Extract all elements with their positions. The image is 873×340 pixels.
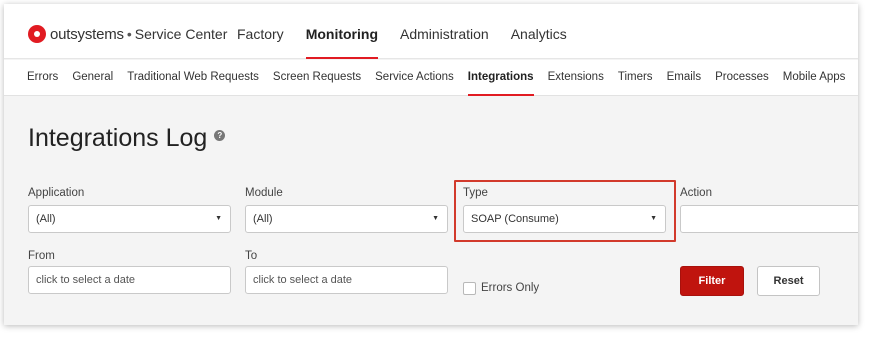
sub-nav-integrations[interactable]: Integrations [467,60,534,96]
brand-separator: • [126,26,132,42]
main-nav-analytics[interactable]: Analytics [511,4,567,59]
sub-nav-errors[interactable]: Errors [27,60,58,95]
action-label: Action [680,187,712,199]
application-select[interactable]: (All) ▼ [28,205,231,233]
sub-nav-service-actions[interactable]: Service Actions [375,60,454,95]
sub-nav-mobile-apps[interactable]: Mobile Apps [783,60,846,95]
top-bar: outsystems • Service Center Factory Moni… [4,4,858,59]
chevron-down-icon: ▼ [215,215,222,222]
outsystems-logo-icon [28,25,46,43]
chevron-down-icon: ▼ [432,215,439,222]
from-label: From [28,250,55,262]
sub-nav-traditional-web-requests[interactable]: Traditional Web Requests [127,60,259,95]
errors-only-label[interactable]: Errors Only [481,282,539,294]
module-label: Module [245,187,283,199]
sub-nav-timers[interactable]: Timers [618,60,653,95]
filter-button[interactable]: Filter [680,266,744,296]
errors-only-checkbox[interactable] [463,282,476,295]
main-nav-factory[interactable]: Factory [237,4,284,59]
service-center-window: outsystems • Service Center Factory Moni… [4,4,858,325]
main-nav-administration[interactable]: Administration [400,4,489,59]
module-select-value: (All) [253,213,273,225]
to-date-input[interactable]: click to select a date [245,266,448,294]
module-select[interactable]: (All) ▼ [245,205,448,233]
type-highlight-box [454,180,676,242]
brand-name: outsystems [50,25,124,43]
sub-nav-screen-requests[interactable]: Screen Requests [273,60,361,95]
page-title: Integrations Log ? [28,124,226,153]
to-label: To [245,250,258,262]
application-select-value: (All) [36,213,56,225]
main-nav-monitoring[interactable]: Monitoring [305,4,379,59]
reset-button[interactable]: Reset [757,266,820,296]
application-label: Application [28,187,85,199]
main-nav: Factory Monitoring Administration Analyt… [237,4,589,59]
page-title-text: Integrations Log [28,124,208,152]
sub-nav-general[interactable]: General [72,60,113,95]
action-input[interactable] [680,205,858,233]
sub-nav-emails[interactable]: Emails [667,60,702,95]
from-date-input[interactable]: click to select a date [28,266,231,294]
sub-nav: Errors General Traditional Web Requests … [4,60,858,96]
help-icon[interactable]: ? [214,130,226,141]
product-name: Service Center [134,26,228,42]
sub-nav-processes[interactable]: Processes [715,60,769,95]
brand[interactable]: outsystems • Service Center [28,25,227,43]
sub-nav-extensions[interactable]: Extensions [548,60,604,95]
